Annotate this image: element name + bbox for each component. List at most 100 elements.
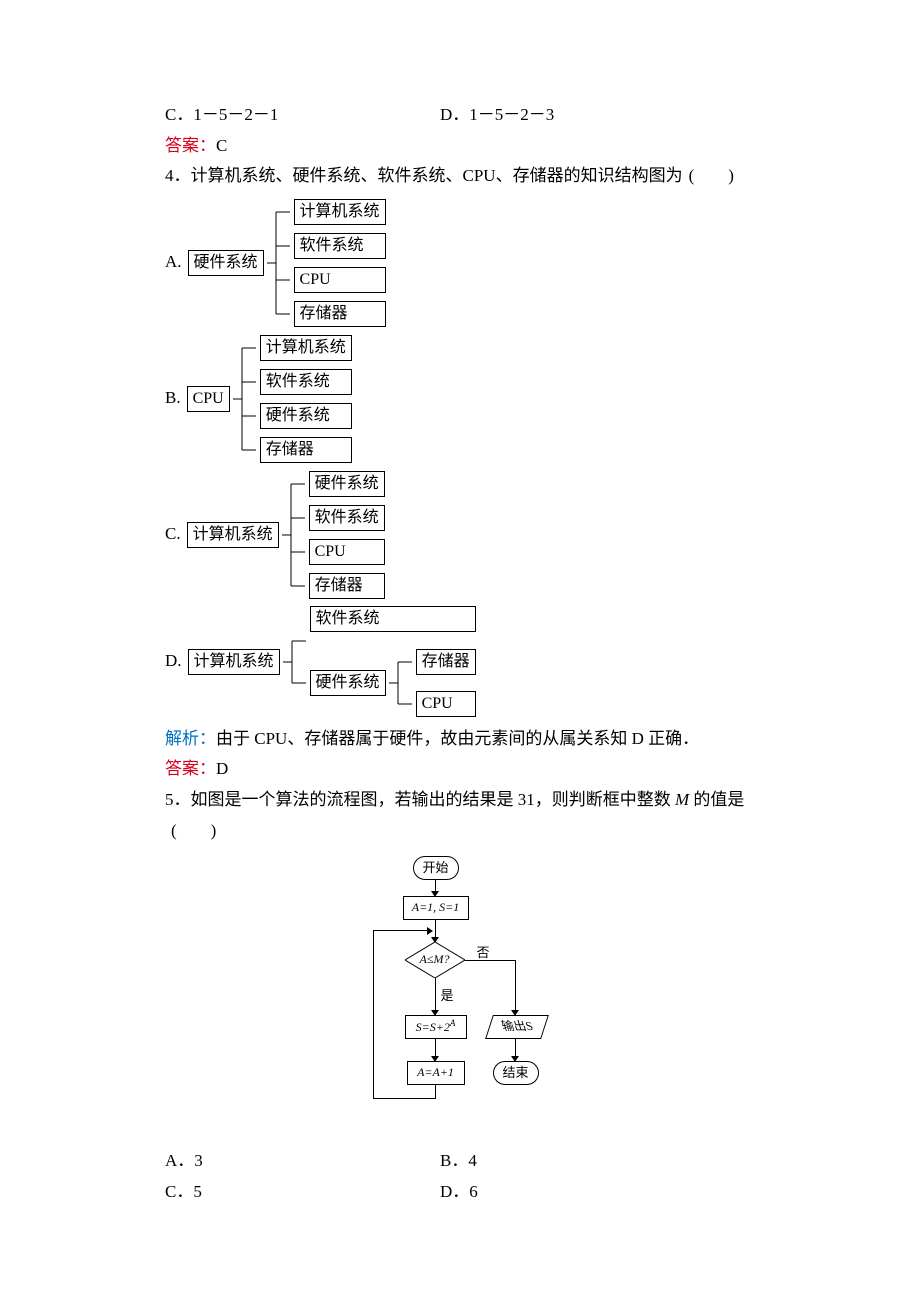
- bracket-icon: [230, 334, 260, 464]
- optC-children: 硬件系统 软件系统 CPU 存储器: [309, 471, 385, 599]
- optB-children: 计算机系统 软件系统 硬件系统 存储器: [260, 335, 352, 463]
- document-page: C．1－5－2－1 D．1－5－2－3 答案：C 4．计算机系统、硬件系统、软件…: [0, 0, 920, 1267]
- fc-output-text: 输出S: [498, 1016, 536, 1038]
- q5-option-a: A．3: [165, 1146, 440, 1177]
- fc-line: [373, 930, 374, 1099]
- q4-option-d: D. 计算机系统 软件系统 硬件系统 存储器 CPU: [165, 606, 770, 718]
- fc-yes-label: 是: [441, 984, 454, 1007]
- optC-child-2: CPU: [309, 539, 385, 565]
- answer-label: 答案：: [165, 136, 216, 155]
- bracket-icon: [279, 470, 309, 600]
- optA-child-3: 存储器: [294, 301, 386, 327]
- optD-l1-0: 软件系统: [310, 606, 476, 632]
- analysis-label: 解析：: [165, 729, 216, 748]
- option-d-text: 1－5－2－3: [469, 105, 554, 124]
- fc-line: [435, 978, 436, 1012]
- optC-root: 计算机系统: [187, 522, 279, 548]
- optA-child-0: 计算机系统: [294, 199, 386, 225]
- fc-line: [435, 919, 436, 939]
- q4-option-a: A. 硬件系统 计算机系统 软件系统 CPU 存储器: [165, 198, 770, 328]
- fc-line: [373, 930, 429, 931]
- fc-line: [515, 960, 516, 1012]
- fc-cond-text: A≤M?: [420, 949, 450, 971]
- analysis-text: 由于 CPU、存储器属于硬件，故由元素间的从属关系知 D 正确．: [216, 729, 699, 748]
- q4-stem: 4．计算机系统、硬件系统、软件系统、CPU、存储器的知识结构图为( ): [165, 161, 770, 192]
- optB-child-0: 计算机系统: [260, 335, 352, 361]
- fc-line: [435, 1038, 436, 1058]
- optA-children: 计算机系统 软件系统 CPU 存储器: [294, 199, 386, 327]
- q3-answer-line: 答案：C: [165, 131, 770, 162]
- q5-option-c: C．5: [165, 1177, 440, 1208]
- q4-option-c: C. 计算机系统 硬件系统 软件系统 CPU 存储器: [165, 470, 770, 600]
- optD-l1-1: 硬件系统: [310, 670, 386, 696]
- optB-child-1: 软件系统: [260, 369, 352, 395]
- fc-init: A=1, S=1: [403, 896, 469, 920]
- q5-var: M: [675, 790, 689, 809]
- optA-child-1: 软件系统: [294, 233, 386, 259]
- answer-label: 答案：: [165, 759, 216, 778]
- q4-answer-line: 答案：D: [165, 754, 770, 785]
- option-c-label: C．: [165, 105, 193, 124]
- q3-option-d: D．1－5－2－3: [440, 100, 770, 131]
- optB-child-3: 存储器: [260, 437, 352, 463]
- fc-start: 开始: [413, 856, 459, 880]
- answer-value: D: [216, 759, 228, 778]
- q5-stem-part1: 如图是一个算法的流程图，若输出的结果是 31，则判断框中整数: [191, 790, 676, 809]
- fc-end-text: 结束: [502, 1061, 528, 1084]
- fc-end: 结束: [493, 1061, 539, 1085]
- optA-child-2: CPU: [294, 267, 386, 293]
- q5-options-row2: C．5 D．6: [165, 1177, 770, 1208]
- optB-label: B．: [440, 1151, 468, 1170]
- optD-label: D．: [440, 1182, 469, 1201]
- fc-line: [373, 1098, 436, 1099]
- q4-option-b: B. CPU 计算机系统 软件系统 硬件系统 存储器: [165, 334, 770, 464]
- optC-child-0: 硬件系统: [309, 471, 385, 497]
- optA-text: 3: [194, 1151, 203, 1170]
- q5-option-d: D．6: [440, 1177, 770, 1208]
- optC-text: 5: [193, 1182, 202, 1201]
- optA-root: 硬件系统: [188, 250, 264, 276]
- fc-decision: A≤M?: [405, 942, 465, 978]
- fc-line: [435, 1084, 436, 1098]
- fc-line: [515, 1038, 516, 1058]
- option-d-label: D．: [440, 105, 469, 124]
- fc-s-update: S=S+2A: [405, 1015, 467, 1039]
- optD-letter: D.: [165, 646, 182, 677]
- q5-prefix: 5．: [165, 790, 191, 809]
- optB-text: 4: [468, 1151, 477, 1170]
- optD-l1-1-row: 硬件系统 存储器 CPU: [310, 648, 476, 718]
- arrow-right-icon: [427, 927, 433, 935]
- bracket-icon: [264, 198, 294, 328]
- optB-letter: B.: [165, 383, 181, 414]
- optA-letter: A.: [165, 247, 182, 278]
- optA-label: A．: [165, 1151, 194, 1170]
- fc-no-label: 否: [477, 941, 490, 964]
- q3-option-c: C．1－5－2－1: [165, 100, 440, 131]
- q5-stem-part2: 的值是: [689, 790, 744, 809]
- q5-stem: 5．如图是一个算法的流程图，若输出的结果是 31，则判断框中整数 M 的值是 ( …: [165, 785, 770, 846]
- fc-start-text: 开始: [422, 856, 448, 879]
- q4-paren: ( ): [683, 166, 734, 185]
- optB-root: CPU: [187, 386, 230, 412]
- fc-a-update-text: A=A+1: [417, 1062, 454, 1084]
- optC-child-3: 存储器: [309, 573, 385, 599]
- q4-prefix: 4．: [165, 166, 191, 185]
- q5-paren: ( ): [165, 821, 216, 840]
- optD-text: 6: [469, 1182, 478, 1201]
- optD-l2-1: CPU: [416, 691, 476, 717]
- q5-options-row1: A．3 B．4: [165, 1146, 770, 1177]
- optD-root: 计算机系统: [188, 649, 280, 675]
- optB-child-2: 硬件系统: [260, 403, 352, 429]
- optD-l2-0: 存储器: [416, 649, 476, 675]
- fc-init-text: A=1, S=1: [412, 900, 460, 914]
- bracket-icon: [386, 648, 416, 718]
- q4-analysis: 解析：由于 CPU、存储器属于硬件，故由元素间的从属关系知 D 正确．: [165, 724, 770, 755]
- q5-option-b: B．4: [440, 1146, 770, 1177]
- optC-letter: C.: [165, 519, 181, 550]
- answer-value: C: [216, 136, 227, 155]
- fc-s-update-text: S=S+2: [416, 1020, 450, 1034]
- q4-stem-text: 计算机系统、硬件系统、软件系统、CPU、存储器的知识结构图为: [191, 166, 683, 185]
- optD-level2: 存储器 CPU: [416, 649, 476, 717]
- flowchart: 开始 A=1, S=1 A≤M? 否 输出S 结束 是: [353, 856, 583, 1136]
- optC-child-1: 软件系统: [309, 505, 385, 531]
